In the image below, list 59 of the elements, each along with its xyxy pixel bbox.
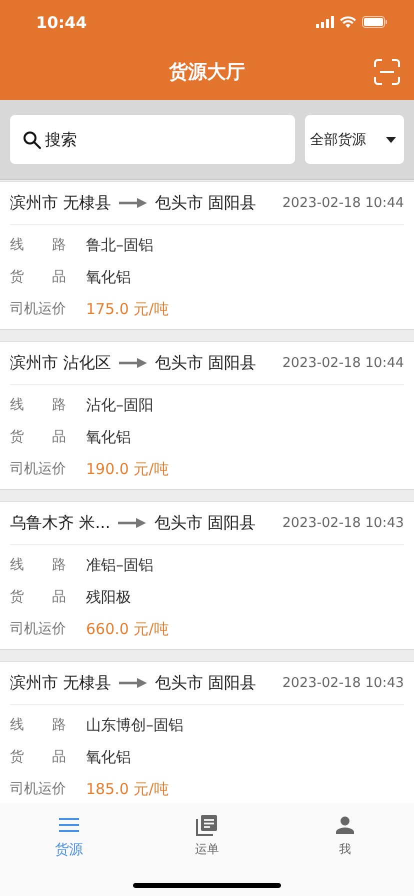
page-title: 货源大厅 — [169, 60, 245, 85]
arrow-icon — [118, 518, 146, 528]
arrow-icon — [119, 678, 148, 688]
route-label: 线 路 — [10, 716, 67, 734]
cargo-card[interactable]: 滨州市 沾化区 包头市 固阳县 2023-02-18 10:44 线 路 沾化–固阳 货 品 氧化铝 司机运价 190.0 元/吨 — [0, 341, 414, 490]
menu-icon — [59, 818, 79, 832]
price-value: 660.0 元/吨 — [86, 620, 169, 638]
route-label: 线 路 — [10, 556, 67, 574]
cargo-card[interactable]: 滨州市 无棣县 包头市 固阳县 2023-02-18 10:44 线 路 鲁北–固铝 货 品 氧化铝 司机运价 175.0 元/吨 — [0, 181, 414, 330]
goods-value: 氧化铝 — [86, 428, 131, 446]
scan-icon — [374, 59, 400, 85]
status-time: 10:44 — [36, 12, 87, 32]
price-label: 司机运价 — [10, 620, 67, 638]
document-stack-icon — [196, 814, 218, 836]
route-value: 山东博创–固铝 — [86, 716, 184, 734]
goods-value: 氧化铝 — [86, 268, 131, 286]
time-text: 2023-02-18 10:43 — [282, 515, 404, 531]
route-value: 鲁北–固铝 — [86, 236, 154, 254]
price-label: 司机运价 — [10, 780, 67, 798]
origin-text: 滨州市 无棣县 — [10, 672, 112, 694]
search-field[interactable]: 搜索 — [10, 115, 295, 164]
time-text: 2023-02-18 10:43 — [282, 675, 404, 691]
route-value: 沾化–固阳 — [86, 396, 154, 414]
goods-label: 货 品 — [10, 428, 67, 446]
arrow-icon — [119, 198, 148, 208]
battery-icon — [362, 16, 388, 28]
origin-text: 滨州市 无棣县 — [10, 192, 112, 214]
route-label: 线 路 — [10, 396, 67, 414]
time-text: 2023-02-18 10:44 — [282, 195, 404, 211]
caret-icon — [386, 136, 396, 142]
person-icon — [336, 816, 354, 834]
goods-value: 氧化铝 — [86, 748, 131, 766]
time-text: 2023-02-18 10:44 — [282, 355, 404, 371]
price-value: 185.0 元/吨 — [86, 780, 169, 798]
origin-text: 滨州市 沾化区 — [10, 352, 112, 374]
destination-text: 包头市 固阳县 — [155, 192, 256, 214]
goods-label: 货 品 — [10, 268, 67, 286]
tab-item[interactable]: 运单 — [138, 811, 276, 860]
tab-item[interactable]: 我 — [276, 811, 414, 860]
filter-dropdown[interactable]: 全部货源 — [305, 115, 404, 164]
price-value: 190.0 元/吨 — [86, 460, 169, 478]
price-label: 司机运价 — [10, 460, 67, 478]
destination-text: 包头市 固阳县 — [155, 672, 256, 694]
signal-icon — [316, 16, 334, 28]
goods-value: 残阳极 — [86, 588, 131, 606]
route-value: 准铝–固铝 — [86, 556, 154, 574]
price-label: 司机运价 — [10, 300, 67, 318]
destination-text: 包头市 固阳县 — [155, 352, 256, 374]
cargo-card[interactable]: 乌鲁木齐 米... 包头市 固阳县 2023-02-18 10:43 线 路 准铝–固铝 货 品 残阳极 司机运价 660.0 元/吨 — [0, 501, 414, 650]
goods-label: 货 品 — [10, 588, 67, 606]
arrow-icon — [119, 358, 148, 368]
cargo-card[interactable]: 滨州市 无棣县 包头市 固阳县 2023-02-18 10:43 线 路 山东博创–固铝 货 品 氧化铝 司机运价 185.0 元/吨 — [0, 661, 414, 803]
origin-text: 乌鲁木齐 米... — [10, 512, 110, 534]
wifi-icon — [340, 16, 356, 28]
goods-label: 货 品 — [10, 748, 67, 766]
price-value: 175.0 元/吨 — [86, 300, 169, 318]
scan-button[interactable] — [374, 59, 400, 85]
route-label: 线 路 — [10, 236, 67, 254]
destination-text: 包头市 固阳县 — [154, 512, 256, 534]
